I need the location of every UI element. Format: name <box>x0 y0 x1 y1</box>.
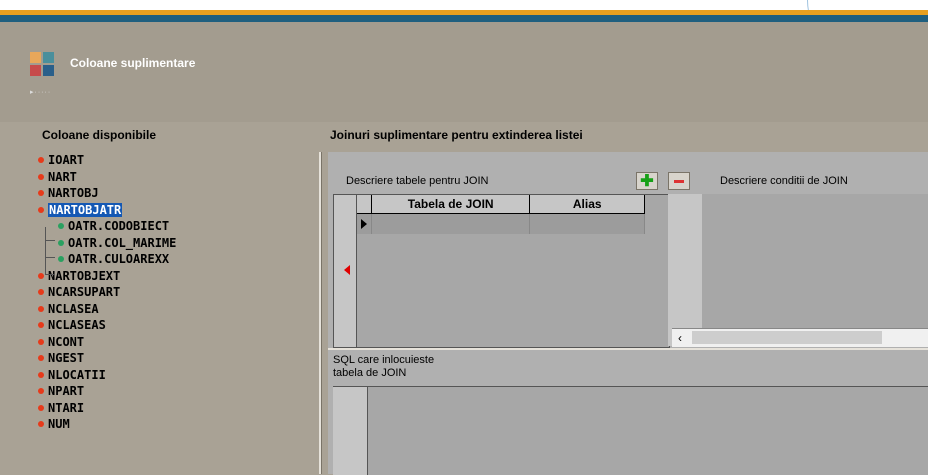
bullet-icon <box>38 338 44 345</box>
tree-item-label: IOART <box>48 153 85 168</box>
bullet-icon <box>38 157 44 164</box>
join-conditions-editor[interactable] <box>668 194 928 346</box>
tree-item-label: OATR.CULOAREXX <box>68 252 170 267</box>
bullet-icon <box>58 239 64 246</box>
tree-item-selected[interactable]: NARTOBJATR <box>38 202 313 219</box>
horizontal-scrollbar[interactable]: ‹ <box>672 328 928 347</box>
bullet-icon <box>38 404 44 411</box>
sql-label: SQL care inlocuieste tabela de JOIN <box>333 354 434 380</box>
tree-item-label: NCONT <box>48 334 85 349</box>
tree-child-item[interactable]: OATR.CULOAREXX <box>38 251 313 268</box>
tree-item[interactable]: IOART <box>38 152 313 169</box>
tree-connector <box>45 240 55 241</box>
current-row-icon <box>361 219 367 229</box>
bullet-icon <box>38 322 44 329</box>
extra-joins-title: Joinuri suplimentare pentru extinderea l… <box>330 128 583 142</box>
bullet-icon <box>38 371 44 378</box>
tree-item[interactable]: NCARSUPART <box>38 284 313 301</box>
scroll-left-icon[interactable]: ‹ <box>678 331 682 345</box>
plus-icon: ✚ <box>640 173 654 190</box>
tree-connector <box>45 274 55 275</box>
join-tables-grid[interactable]: Tabela de JOIN Alias <box>333 194 670 348</box>
tree-item-label: NTARI <box>48 400 85 415</box>
grid-header: Tabela de JOIN Alias <box>357 195 645 214</box>
tree-item[interactable]: NGEST <box>38 350 313 367</box>
tree-item-label: NGEST <box>48 351 85 366</box>
bullet-icon <box>38 190 44 197</box>
editor-gutter <box>668 194 702 346</box>
tree-item[interactable]: NARTOBJ <box>38 185 313 202</box>
tree-connector <box>45 257 55 258</box>
sql-label-line: SQL care inlocuieste <box>333 354 435 366</box>
bullet-icon <box>38 388 44 395</box>
minus-icon <box>674 179 684 183</box>
join-conditions-label: Descriere conditii de JOIN <box>720 175 848 187</box>
tree-item-label: NARTOBJ <box>48 186 99 201</box>
header-stripe <box>0 15 928 22</box>
grid-cell[interactable] <box>530 214 645 234</box>
header: Coloane suplimentare ▸····· <box>0 22 928 122</box>
bullet-icon <box>38 421 44 428</box>
tree-child-item[interactable]: OATR.CODOBIECT <box>38 218 313 235</box>
bullet-icon <box>58 223 64 230</box>
sql-editor[interactable] <box>333 386 928 475</box>
tree-item-label: OATR.CODOBIECT <box>68 219 170 234</box>
bullet-icon <box>58 256 64 263</box>
tree-connector <box>45 227 46 275</box>
tree-item[interactable]: NART <box>38 169 313 186</box>
tree-item[interactable]: NCLASEAS <box>38 317 313 334</box>
red-arrow-icon <box>344 265 350 275</box>
tree-item[interactable]: NCLASEA <box>38 301 313 318</box>
page-title: Coloane suplimentare <box>70 56 196 70</box>
grid-header-indicator <box>357 195 372 213</box>
tree-item-label: NARTOBJEXT <box>48 268 121 283</box>
join-tables-label: Descriere tabele pentru JOIN <box>346 175 489 187</box>
tree-item-label: NARTOBJATR <box>48 202 123 217</box>
editor-gutter <box>333 387 368 475</box>
panel-splitter[interactable] <box>319 152 322 474</box>
remove-join-button[interactable] <box>668 172 690 190</box>
sql-label-line: tabela de JOIN <box>333 367 407 379</box>
scroll-thumb[interactable] <box>692 331 882 344</box>
tree-item[interactable]: NPART <box>38 383 313 400</box>
columns-tree[interactable]: IOART NART NARTOBJ NARTOBJATR OATR.CODOB… <box>38 152 313 474</box>
tree-item[interactable]: NTARI <box>38 400 313 417</box>
tree-item[interactable]: NLOCATII <box>38 367 313 384</box>
tree-item-label: NCARSUPART <box>48 285 121 300</box>
add-join-button[interactable]: ✚ <box>636 172 658 190</box>
tree-item[interactable]: NARTOBJEXT <box>38 268 313 285</box>
top-bar <box>0 0 928 10</box>
tree-item-label: NART <box>48 169 77 184</box>
bullet-icon <box>38 206 44 213</box>
tree-item-label: NCLASEAS <box>48 318 106 333</box>
bullet-icon <box>38 173 44 180</box>
available-columns-title: Coloane disponibile <box>42 128 157 142</box>
col-alias[interactable]: Alias <box>530 195 645 213</box>
tree-item[interactable]: NCONT <box>38 334 313 351</box>
header-dots: ▸····· <box>30 89 52 96</box>
grid-cell[interactable] <box>372 214 531 234</box>
app-logo-icon <box>30 52 54 76</box>
tree-item[interactable]: NUM <box>38 416 313 433</box>
bullet-icon <box>38 272 44 279</box>
section-divider <box>328 348 928 350</box>
grid-row-selector <box>334 195 357 347</box>
bullet-icon <box>38 289 44 296</box>
tree-item-label: NPART <box>48 384 85 399</box>
tree-item-label: NLOCATII <box>48 367 106 382</box>
tree-item-label: OATR.COL_MARIME <box>68 235 177 250</box>
tree-item-label: NCLASEA <box>48 301 99 316</box>
tree-child-item[interactable]: OATR.COL_MARIME <box>38 235 313 252</box>
col-join-table[interactable]: Tabela de JOIN <box>372 195 531 213</box>
bullet-icon <box>38 305 44 312</box>
tree-item-label: NUM <box>48 417 70 432</box>
table-row[interactable] <box>357 214 645 234</box>
bullet-icon <box>38 355 44 362</box>
